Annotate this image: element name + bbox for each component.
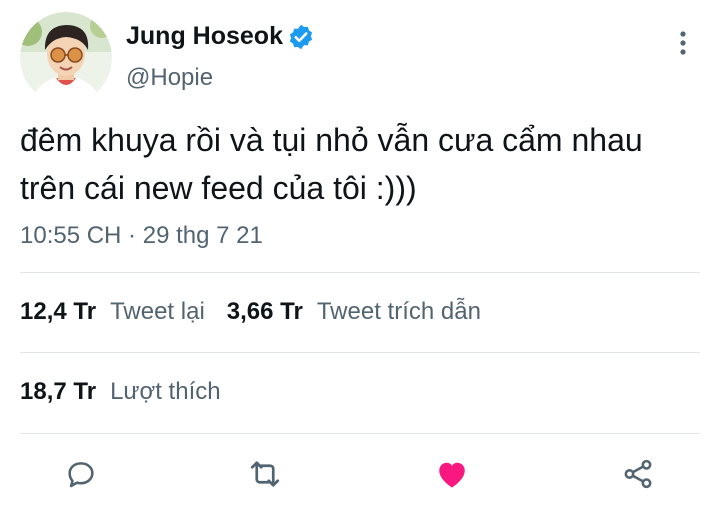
avatar[interactable] — [20, 12, 112, 104]
share-icon[interactable] — [618, 454, 658, 494]
reply-icon[interactable] — [61, 454, 101, 494]
likes-count[interactable]: 18,7 Tr — [20, 378, 96, 406]
verified-badge-icon — [287, 23, 315, 51]
retweets-count[interactable]: 12,4 Tr — [20, 298, 96, 326]
retweets-label[interactable]: Tweet lại — [110, 298, 205, 326]
tweet-text-line: trên cái new feed của tôi :))) — [20, 170, 417, 206]
quotes-count[interactable]: 3,66 Tr — [227, 298, 303, 326]
more-vertical-icon[interactable] — [668, 28, 698, 58]
divider — [20, 433, 700, 434]
author-row: Jung Hoseok — [126, 22, 315, 51]
likes-label[interactable]: Lượt thích — [110, 378, 221, 406]
tweet-timestamp[interactable]: 10:55 CH · 29 thg 7 21 — [20, 222, 263, 250]
author-handle[interactable]: @Hopie — [126, 64, 213, 92]
stats-row-retweets: 12,4 Tr Tweet lại 3,66 Tr Tweet trích dẫ… — [20, 298, 481, 326]
divider — [20, 272, 700, 273]
tweet-text: đêm khuya rồi và tụi nhỏ vẫn cưa cẩm nha… — [20, 116, 710, 212]
action-bar — [0, 450, 720, 500]
tweet-text-line: đêm khuya rồi và tụi nhỏ vẫn cưa cẩm nha… — [20, 122, 643, 158]
retweet-icon[interactable] — [245, 454, 285, 494]
heart-icon[interactable] — [432, 454, 472, 494]
author-name[interactable]: Jung Hoseok — [126, 22, 283, 51]
stats-row-likes: 18,7 Tr Lượt thích — [20, 378, 221, 406]
divider — [20, 352, 700, 353]
quotes-label[interactable]: Tweet trích dẫn — [317, 298, 481, 326]
